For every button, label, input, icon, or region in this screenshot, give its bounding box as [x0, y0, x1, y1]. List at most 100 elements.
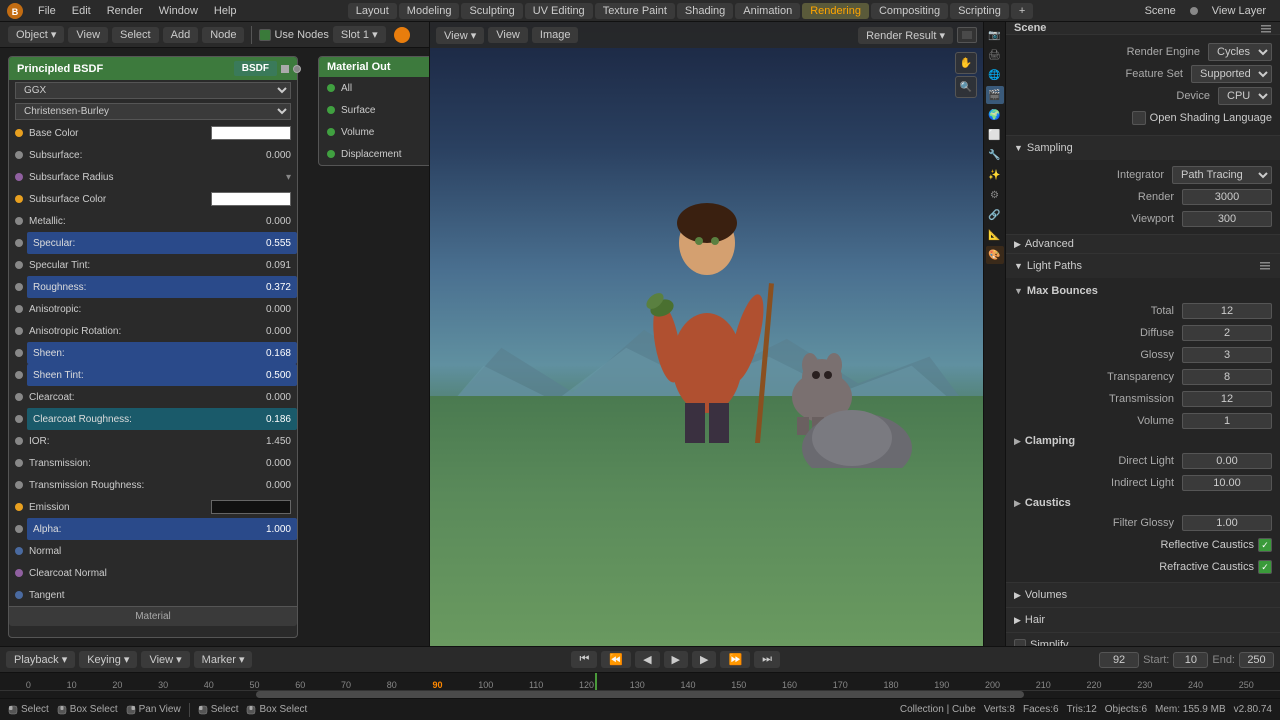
roughness-row[interactable]: Roughness: 0.372: [9, 276, 297, 298]
use-nodes-checkbox[interactable]: [259, 29, 271, 41]
timeline-playback-dropdown[interactable]: Playback ▾: [6, 651, 75, 668]
shader-node-btn[interactable]: Node: [202, 27, 244, 43]
jump-start-btn[interactable]: ⏮: [571, 651, 597, 668]
texture-paint-tab[interactable]: Texture Paint: [595, 3, 675, 19]
clamping-header[interactable]: ▶ Clamping: [1014, 432, 1272, 450]
volumes-header[interactable]: ▶ Volumes: [1006, 583, 1280, 607]
render-engine-select[interactable]: Cycles: [1208, 43, 1272, 61]
shader-object-dropdown[interactable]: Object ▾: [8, 26, 64, 43]
base-color-swatch[interactable]: [211, 126, 291, 140]
world-properties-icon[interactable]: 🌍: [986, 106, 1004, 124]
glossy-input[interactable]: [1182, 347, 1272, 363]
end-frame-input[interactable]: 250: [1239, 652, 1274, 668]
menu-window[interactable]: Window: [151, 5, 206, 17]
reflective-caustics-checkbox[interactable]: ✓: [1258, 538, 1272, 552]
timeline-scrollbar[interactable]: [0, 690, 1280, 698]
compositing-tab[interactable]: Compositing: [871, 3, 948, 19]
caustics-header[interactable]: ▶ Caustics: [1014, 494, 1272, 512]
distribution-select[interactable]: GGX: [15, 82, 291, 99]
menu-file[interactable]: File: [30, 5, 64, 17]
step-back-btn[interactable]: ◀: [635, 651, 659, 668]
particles-icon[interactable]: ✨: [986, 166, 1004, 184]
advanced-header[interactable]: ▶ Advanced: [1006, 235, 1280, 253]
viewport-view2-btn[interactable]: View: [488, 27, 528, 43]
sheen-row[interactable]: Sheen: 0.168: [9, 342, 297, 364]
scene-properties-icon[interactable]: 🎬: [986, 86, 1004, 104]
timeline-marker-dropdown[interactable]: Marker ▾: [194, 651, 253, 668]
timeline-keying-dropdown[interactable]: Keying ▾: [79, 651, 137, 668]
scripting-tab[interactable]: Scripting: [950, 3, 1009, 19]
principled-bsdf-node[interactable]: Principled BSDF BSDF GGX: [8, 56, 298, 638]
modifier-properties-icon[interactable]: 🔧: [986, 146, 1004, 164]
volume-input[interactable]: [1182, 413, 1272, 429]
rendering-tab[interactable]: Rendering: [802, 3, 869, 19]
output-properties-icon[interactable]: 🖨: [986, 46, 1004, 64]
max-bounces-header[interactable]: ▼ Max Bounces: [1014, 282, 1272, 300]
scrollbar-thumb[interactable]: [256, 691, 1024, 698]
next-keyframe-btn[interactable]: ⏩: [720, 651, 750, 668]
jump-end-btn[interactable]: ⏭: [754, 651, 780, 668]
integrator-select[interactable]: Path Tracing: [1172, 166, 1272, 184]
light-paths-list-icon[interactable]: [1258, 259, 1272, 273]
modeling-tab[interactable]: Modeling: [399, 3, 460, 19]
menu-edit[interactable]: Edit: [64, 5, 99, 17]
simplify-header[interactable]: Simplify: [1006, 633, 1280, 646]
direct-light-input[interactable]: [1182, 453, 1272, 469]
data-properties-icon[interactable]: 📐: [986, 226, 1004, 244]
total-input[interactable]: [1182, 303, 1272, 319]
viewport-samples-input[interactable]: [1182, 211, 1272, 227]
feature-set-select[interactable]: Supported: [1191, 65, 1272, 83]
render-samples-input[interactable]: [1182, 189, 1272, 205]
device-select[interactable]: CPU: [1218, 87, 1272, 105]
physics-icon[interactable]: ⚙: [986, 186, 1004, 204]
zoom-icon[interactable]: 🔍: [955, 76, 977, 98]
menu-help[interactable]: Help: [206, 5, 245, 17]
slot-dropdown[interactable]: Slot 1 ▾: [333, 26, 386, 43]
sampling-header[interactable]: ▼ Sampling: [1006, 136, 1280, 160]
render-result-btn[interactable]: Render Result ▾: [858, 27, 953, 44]
material-properties-icon[interactable]: 🎨: [986, 246, 1004, 264]
emission-swatch[interactable]: [211, 500, 291, 514]
clearcoat-roughness-row[interactable]: Clearcoat Roughness: 0.186: [9, 408, 297, 430]
start-frame-input[interactable]: 10: [1173, 652, 1208, 668]
constraints-icon[interactable]: 🔗: [986, 206, 1004, 224]
transmission-input[interactable]: [1182, 391, 1272, 407]
diffuse-input[interactable]: [1182, 325, 1272, 341]
current-frame-display[interactable]: 92: [1099, 652, 1139, 668]
sculpting-tab[interactable]: Sculpting: [461, 3, 522, 19]
refractive-caustics-checkbox[interactable]: ✓: [1258, 560, 1272, 574]
indirect-light-input[interactable]: [1182, 475, 1272, 491]
object-properties-icon[interactable]: ⬜: [986, 126, 1004, 144]
prev-keyframe-btn[interactable]: ⏪: [601, 651, 631, 668]
alpha-row[interactable]: Alpha: 1.000: [9, 518, 297, 540]
sheen-tint-row[interactable]: Sheen Tint: 0.500: [9, 364, 297, 386]
transparency-input[interactable]: [1182, 369, 1272, 385]
specular-row[interactable]: Specular: 0.555: [9, 232, 297, 254]
simplify-checkbox[interactable]: [1014, 639, 1026, 646]
light-paths-header[interactable]: ▼ Light Paths: [1006, 254, 1280, 278]
layout-tab[interactable]: Layout: [348, 3, 397, 19]
shader-view-btn[interactable]: View: [68, 27, 108, 43]
pan-icon[interactable]: ✋: [955, 52, 977, 74]
image-btn[interactable]: Image: [532, 27, 579, 43]
play-btn[interactable]: ▶: [664, 651, 688, 668]
hair-header[interactable]: ▶ Hair: [1006, 608, 1280, 632]
timeline-view-dropdown[interactable]: View ▾: [141, 651, 189, 668]
menu-render[interactable]: Render: [99, 5, 151, 17]
add-workspace-btn[interactable]: +: [1011, 3, 1033, 19]
render-properties-icon[interactable]: 📷: [986, 26, 1004, 44]
shading-tab[interactable]: Shading: [677, 3, 733, 19]
filter-glossy-input[interactable]: [1182, 515, 1272, 531]
open-shading-checkbox[interactable]: [1132, 111, 1146, 125]
uv-editing-tab[interactable]: UV Editing: [525, 3, 593, 19]
animation-tab[interactable]: Animation: [735, 3, 800, 19]
view-layer-properties-icon[interactable]: 🌐: [986, 66, 1004, 84]
viewport-view-btn[interactable]: View ▾: [436, 27, 484, 44]
material-output-node[interactable]: Material Out All Surface Volume Displace…: [318, 56, 429, 166]
step-forward-btn[interactable]: ▶: [692, 651, 716, 668]
shader-select-btn[interactable]: Select: [112, 27, 159, 43]
shader-add-btn[interactable]: Add: [163, 27, 199, 43]
subsurface-method-select[interactable]: Christensen-Burley: [15, 103, 291, 120]
timeline-ruler[interactable]: 0 10 20 30 40 50 60 70 80 90 100 110 120…: [0, 673, 1280, 690]
subsurface-color-swatch[interactable]: [211, 192, 291, 206]
